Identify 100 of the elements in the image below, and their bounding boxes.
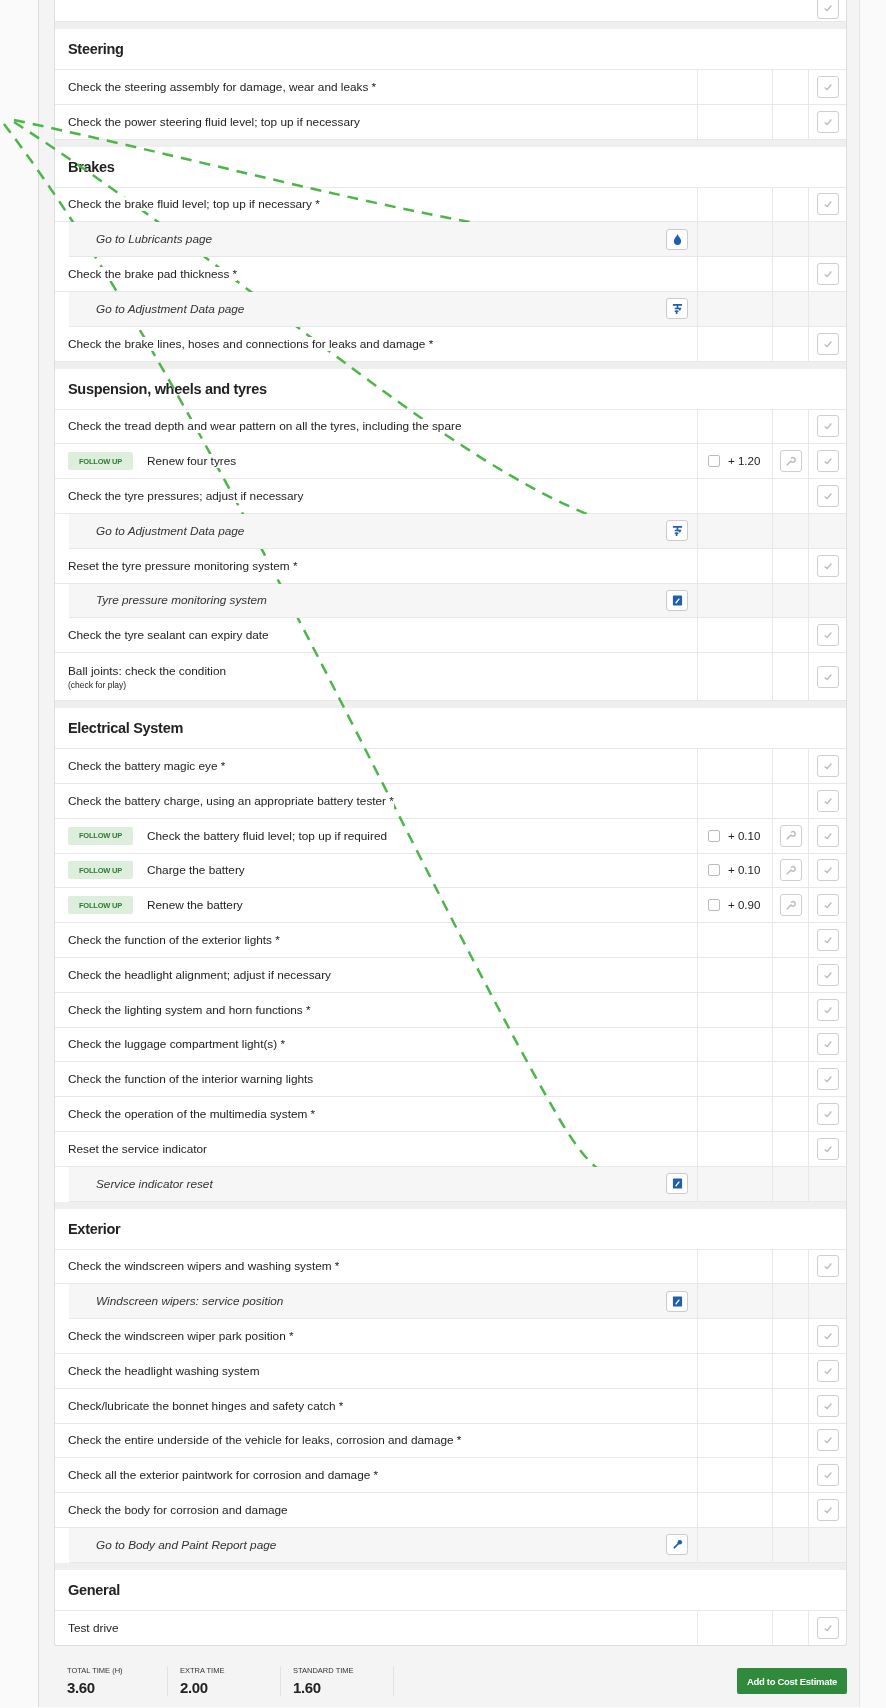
page-link-button[interactable]	[666, 1173, 688, 1195]
check-icon	[822, 1261, 833, 1272]
tick-button[interactable]	[816, 75, 839, 98]
tick-button[interactable]	[816, 665, 839, 688]
check-icon	[822, 900, 833, 911]
page-link-button[interactable]	[666, 1290, 688, 1312]
tick-button[interactable]	[816, 1394, 839, 1417]
wrench-button[interactable]	[779, 894, 802, 917]
page-link[interactable]: Tyre pressure monitoring system	[96, 593, 267, 608]
tick-button[interactable]	[816, 1255, 839, 1278]
check-icon	[822, 830, 833, 841]
task-note: (check for play)	[68, 679, 128, 690]
add-to-cost-estimate-button[interactable]: Add to Cost Estimate	[736, 1668, 847, 1695]
task-text: Charge the battery	[147, 863, 245, 878]
tick-button[interactable]	[816, 1617, 839, 1640]
tick-button[interactable]	[816, 894, 839, 917]
wrench-icon	[785, 899, 796, 911]
check-icon	[822, 761, 833, 772]
task-text: Check the function of the interior warning lights	[68, 1072, 314, 1087]
task-text: Check the brake pad thickness *	[68, 267, 238, 282]
check-icon	[822, 421, 833, 432]
extra-time: + 0.10	[728, 829, 761, 842]
wrench-button[interactable]	[779, 824, 802, 847]
page-link[interactable]: Windscreen wipers: service position	[96, 1294, 284, 1309]
extra-time: + 1.20	[728, 455, 761, 468]
stat-value: 1.60	[293, 1679, 322, 1697]
tick-button[interactable]	[816, 789, 839, 812]
check-icon	[822, 491, 833, 502]
task-text: Check the brake lines, hoses and connections for leaks and damage *	[68, 336, 434, 351]
check-icon	[822, 1505, 833, 1515]
checkbox[interactable]	[708, 864, 720, 877]
tick-button[interactable]	[816, 1137, 839, 1160]
check-icon	[822, 199, 833, 210]
check-icon	[822, 1435, 833, 1446]
tick-button[interactable]	[816, 1464, 839, 1487]
task-text: Check the windscreen wipers and washing system *	[68, 1259, 340, 1274]
page-link-button[interactable]	[666, 589, 688, 611]
tick-button[interactable]	[816, 0, 839, 19]
tick-button[interactable]	[816, 1325, 839, 1347]
check-icon	[822, 1074, 833, 1085]
check-icon	[822, 630, 833, 641]
wrench-button[interactable]	[779, 859, 802, 882]
tick-button[interactable]	[816, 450, 839, 473]
wrench-button[interactable]	[779, 450, 802, 473]
tick-button[interactable]	[816, 755, 839, 778]
task-text: Check the brake fluid level; top up if necessary *	[68, 197, 320, 212]
tick-button[interactable]	[816, 624, 839, 647]
check-icon	[822, 81, 833, 92]
stat-value: 2.00	[180, 1679, 209, 1697]
tick-button[interactable]	[816, 263, 839, 286]
tick-button[interactable]	[816, 824, 839, 847]
check-icon	[822, 1143, 833, 1154]
check-icon	[822, 1470, 833, 1481]
tick-button[interactable]	[816, 929, 839, 952]
tick-button[interactable]	[816, 963, 839, 986]
check-icon	[822, 269, 833, 280]
task-text: Renew the battery	[147, 898, 243, 913]
task-text: Check the windscreen wiper park position *	[68, 1329, 294, 1343]
manual-icon	[671, 594, 683, 606]
wrench-icon	[785, 864, 796, 876]
checkbox[interactable]	[708, 899, 720, 912]
tick-button[interactable]	[816, 1499, 839, 1521]
tick-button[interactable]	[816, 554, 839, 577]
tick-button[interactable]	[816, 1033, 839, 1056]
drop-icon	[672, 233, 682, 245]
tick-button[interactable]	[816, 998, 839, 1021]
tick-button[interactable]	[816, 415, 839, 438]
tick-button[interactable]	[816, 859, 839, 882]
tick-button[interactable]	[816, 1359, 839, 1382]
tick-button[interactable]	[816, 193, 839, 216]
check-icon	[822, 3, 833, 13]
gauge-icon	[671, 525, 683, 537]
wrench-icon	[785, 455, 796, 467]
check-icon	[822, 1365, 833, 1376]
tick-button[interactable]	[816, 485, 839, 508]
tick-button[interactable]	[816, 1068, 839, 1091]
tick-button[interactable]	[816, 110, 839, 133]
section-header: Electrical System	[55, 701, 846, 750]
page-link-button[interactable]	[666, 228, 688, 250]
page-link-button[interactable]	[666, 1534, 688, 1556]
check-icon	[822, 969, 833, 980]
extra-time: + 0.10	[728, 864, 761, 877]
check-icon	[822, 560, 833, 571]
task-text: Renew four tyres	[147, 454, 237, 469]
checkbox[interactable]	[708, 829, 720, 842]
checkbox[interactable]	[708, 455, 720, 468]
check-icon	[822, 795, 833, 806]
task-text: Check all the exterior paintwork for corrosion and damage *	[68, 1468, 379, 1483]
extra-time: + 0.90	[728, 899, 761, 912]
tick-button[interactable]	[816, 1429, 839, 1452]
check-icon	[822, 671, 833, 682]
page-link-button[interactable]	[666, 520, 688, 542]
task-text: Check the operation of the multimedia system *	[68, 1107, 316, 1121]
tick-button[interactable]	[816, 332, 839, 355]
page-link[interactable]: Go to Lubricants page	[96, 232, 213, 247]
task-text: Check the body for corrosion and damage	[68, 1503, 288, 1517]
tick-button[interactable]	[816, 1103, 839, 1125]
task-text: Check the tread depth and wear pattern on all the tyres, including the spare	[68, 419, 462, 434]
page-link-button[interactable]	[666, 298, 688, 320]
check-icon	[822, 935, 833, 946]
